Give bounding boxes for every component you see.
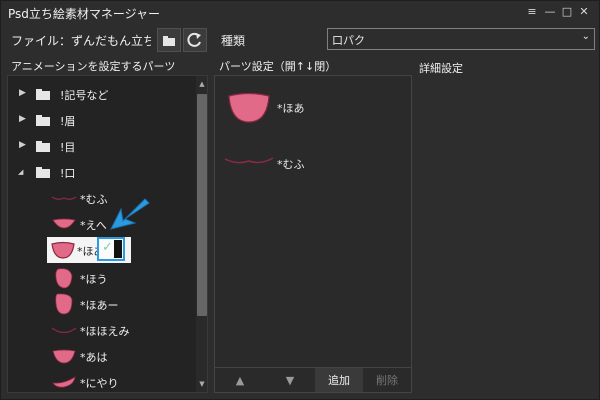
minimize-icon[interactable]: — <box>543 5 557 19</box>
right-panel-header: 詳細設定 <box>419 62 463 75</box>
tree-item[interactable]: *にやり <box>8 369 196 392</box>
tree-item-label: *あは <box>80 351 108 364</box>
expand-arrow-icon[interactable]: ▶ <box>19 88 26 98</box>
middle-panel-header: パーツ設定（開↑↓閉） <box>219 60 337 73</box>
scroll-up-icon[interactable]: ▲ <box>197 78 207 90</box>
kind-label: 種類 <box>221 34 246 48</box>
expand-arrow-icon[interactable]: ▶ <box>19 114 26 124</box>
kind-select[interactable]: 口パク ⌄ <box>327 28 595 50</box>
tree-scrollbar[interactable]: ▲ ▼ <box>196 76 207 392</box>
mouth-thumbnail <box>51 241 75 259</box>
expand-arrow-icon[interactable]: ▶ <box>19 140 26 150</box>
tree-item-label: *ほう <box>80 273 108 286</box>
mouth-thumbnail <box>228 92 270 123</box>
tree-item-label: *むふ <box>80 193 108 206</box>
parts-toolbar: ▲ ▼ 追加 削除 <box>215 367 411 392</box>
mouth-thumbnail <box>224 157 274 164</box>
tree-item-label: *ほあー <box>80 299 119 312</box>
parts-item-label: *ほあ <box>277 102 305 115</box>
tree-item[interactable]: *ほほえみ <box>8 317 196 343</box>
delete-button[interactable]: 削除 <box>363 367 411 392</box>
folder-icon <box>36 141 50 152</box>
tree-folder-label: !口 <box>60 167 76 180</box>
tree-folder-label: !記号など <box>60 89 109 102</box>
check-icon: ✓ <box>102 240 113 255</box>
tree-item-label: *えへ <box>80 219 107 232</box>
mouth-thumbnail <box>52 349 76 364</box>
tree-folder-label: !眉 <box>60 115 76 128</box>
mouth-thumbnail <box>52 218 76 229</box>
tree-folder[interactable]: ▶ !記号など <box>8 81 196 107</box>
scroll-down-icon[interactable]: ▼ <box>197 378 207 390</box>
mouth-thumbnail <box>51 327 77 334</box>
file-label: ファイル：ずんだもん立ち絵素材 <box>11 34 151 48</box>
folder-icon <box>163 36 175 46</box>
mouth-thumbnail <box>55 268 73 289</box>
tree-item-label: *ほほえみ <box>80 325 130 338</box>
tree-item[interactable]: *ほあー <box>8 291 196 317</box>
move-up-button[interactable]: ▲ <box>215 367 265 392</box>
chevron-down-icon: ⌄ <box>581 31 590 42</box>
parts-list-item[interactable]: *むふ <box>215 140 411 192</box>
left-panel-header: アニメーションを設定するパーツ <box>11 60 176 73</box>
mouth-thumbnail <box>55 293 73 315</box>
menu-icon[interactable]: ≡ <box>525 5 539 19</box>
toolbar: ファイル：ずんだもん立ち絵素材 種類 口パク ⌄ <box>1 27 599 53</box>
scrollbar-thumb[interactable] <box>197 94 207 316</box>
add-button[interactable]: 追加 <box>315 367 363 392</box>
mouth-thumbnail <box>51 196 77 200</box>
tree-folder[interactable]: ▶ !目 <box>8 133 196 159</box>
parts-list[interactable]: *ほあ *むふ ▲ ▼ 追加 削除 <box>214 75 412 393</box>
tree-folder[interactable]: ▶ !眉 <box>8 107 196 133</box>
tree-folder[interactable]: ◢ !口 <box>8 159 196 185</box>
mouth-thumbnail <box>52 376 76 388</box>
maximize-icon[interactable]: □ <box>560 5 574 19</box>
kind-select-value: 口パク <box>332 34 365 47</box>
title-bar: Psd立ち絵素材マネージャー ≡ — □ ✕ <box>1 1 599 25</box>
folder-icon <box>36 167 50 178</box>
reload-button[interactable] <box>183 28 207 52</box>
folder-icon <box>36 89 50 100</box>
tree-item-label: *にやり <box>80 377 119 390</box>
app-window: Psd立ち絵素材マネージャー ≡ — □ ✕ ファイル：ずんだもん立ち絵素材 種… <box>0 0 600 400</box>
parts-item-label: *むふ <box>277 158 305 171</box>
window-title: Psd立ち絵素材マネージャー <box>8 7 161 21</box>
tree-item[interactable]: *えへ <box>8 211 196 237</box>
tree-item[interactable]: *あは <box>8 343 196 369</box>
pointer-arrow-icon <box>110 198 150 230</box>
close-icon[interactable]: ✕ <box>577 5 591 19</box>
tree-item[interactable]: *ほう <box>8 265 196 291</box>
collapse-arrow-icon[interactable]: ◢ <box>18 168 23 176</box>
folder-icon <box>36 115 50 126</box>
move-down-button[interactable]: ▼ <box>265 367 315 392</box>
open-folder-button[interactable] <box>157 28 181 52</box>
tree-folder-label: !目 <box>60 141 76 154</box>
reload-icon <box>187 32 201 47</box>
parts-list-item[interactable]: *ほあ <box>215 82 411 134</box>
tree-item[interactable]: *むふ <box>8 185 196 211</box>
